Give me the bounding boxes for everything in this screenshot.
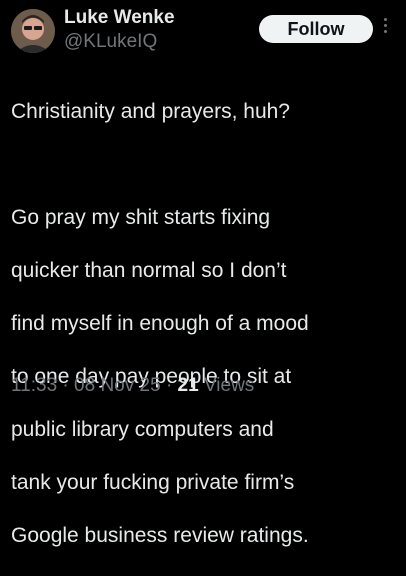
views-label: Views <box>203 375 255 396</box>
more-vertical-icon[interactable] <box>382 18 388 40</box>
tweet-date[interactable]: 08 Nov 25 <box>74 375 161 396</box>
tweet-line: public library computers and <box>11 418 274 441</box>
tweet-line: find myself in enough of a mood <box>11 312 309 335</box>
tweet-time[interactable]: 11:33 <box>11 375 57 396</box>
user-handle[interactable]: @KLukeIQ <box>64 31 157 53</box>
tweet-line: Google business review ratings. <box>11 524 309 547</box>
follow-button[interactable]: Follow <box>259 15 373 43</box>
tweet-line: quicker than normal so I don’t <box>11 259 287 282</box>
profile-photo-icon <box>11 9 55 53</box>
display-name[interactable]: Luke Wenke <box>64 7 175 29</box>
tweet-text: Christianity and prayers, huh? Go pray m… <box>11 72 399 576</box>
separator: · <box>62 375 69 396</box>
tweet-line: Christianity and prayers, huh? <box>11 99 290 123</box>
tweet-line: Go pray my shit starts fixing <box>11 206 271 229</box>
tweet-line: tank your fucking private firm’s <box>11 471 295 494</box>
separator: · <box>165 375 173 396</box>
views-count: 21 <box>177 375 199 396</box>
avatar[interactable] <box>11 9 55 53</box>
tweet-header: Luke Wenke @KLukeIQ Follow <box>0 0 406 64</box>
tweet-meta: 11:33 · 08 Nov 25 · 21 Views <box>11 374 254 398</box>
